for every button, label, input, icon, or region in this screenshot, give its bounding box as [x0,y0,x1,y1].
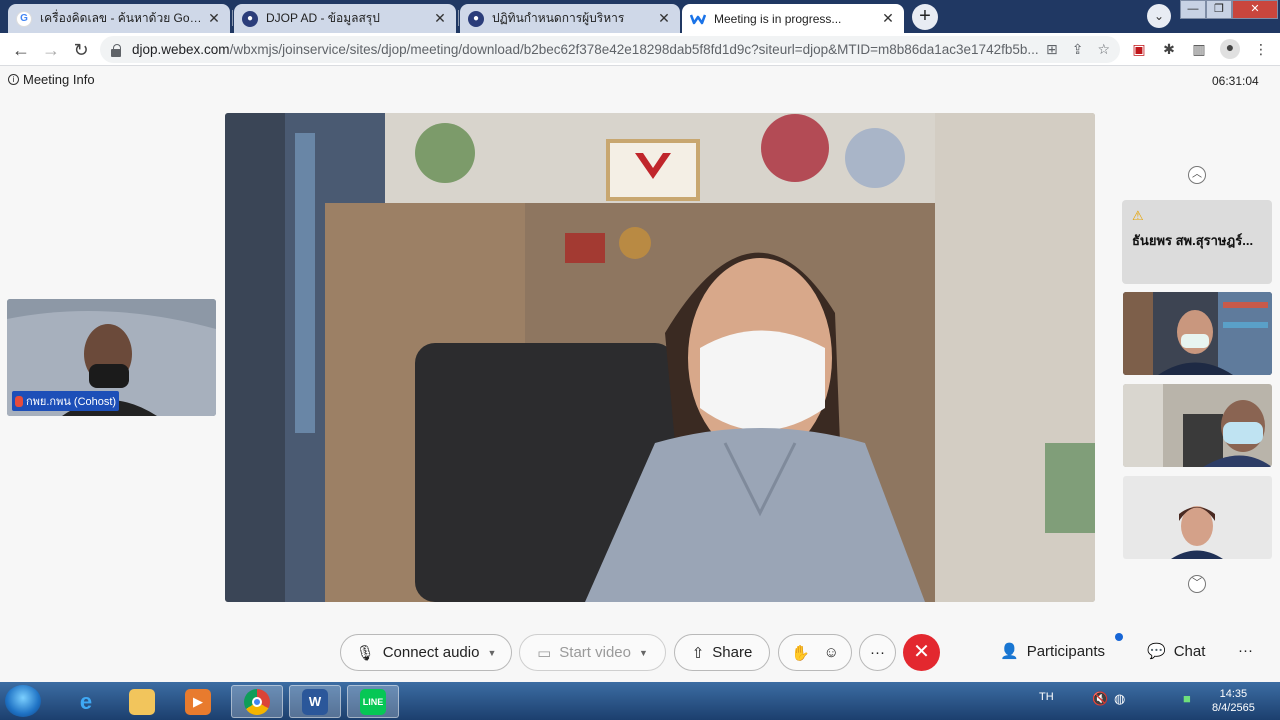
tab-webex-meeting[interactable]: Meeting is in progress... ✕ [682,4,904,33]
url-text[interactable]: djop.webex.com/wbxmjs/joinservice/sites/… [132,42,1046,57]
restore-icon[interactable]: ❐ [1206,0,1232,19]
chat-bubble-icon: 💬 [1147,643,1166,660]
line-app-icon[interactable]: LINE [347,685,399,718]
address-bar[interactable]: djop.webex.com/wbxmjs/joinservice/sites/… [100,36,1120,63]
tab-title: DJOP AD - ข้อมูลสรุป [266,11,380,25]
self-view-label: กพย.กพน (Cohost) [12,391,120,411]
internet-explorer-icon[interactable]: e [60,685,112,718]
taskbar-time: 14:35 [1219,688,1248,700]
media-player-icon[interactable]: ▶ [172,685,224,718]
extensions-puzzle-icon[interactable]: ✱ [1160,41,1178,59]
video-off-icon: ▭ [537,644,552,662]
pdf-extension-icon[interactable]: ▣ [1130,41,1148,59]
more-menu-label: ··· [1238,642,1253,659]
browser-toolbar: ← → ↻ djop.webex.com/wbxmjs/joinservice/… [0,33,1280,66]
djop-icon: ● [242,10,258,27]
chat-button[interactable]: 💬 Chat [1147,642,1206,661]
google-icon: G [16,10,32,27]
participant-name: ธันยพร สพ.สุราษฎร์... [1132,233,1254,248]
input-language-indicator[interactable]: TH [1039,691,1054,703]
windows-start-icon[interactable] [5,685,41,717]
reactions-group: ✋ ☺ [778,634,852,671]
file-explorer-icon[interactable] [116,685,168,718]
chevron-down-icon[interactable]: ▼ [639,648,648,658]
participant-card[interactable]: ⚠ ธันยพร สพ.สุราษฎร์... [1122,200,1272,284]
window-controls: — ❐ ✕ [1180,0,1278,20]
raise-hand-icon[interactable]: ✋ [791,644,810,662]
reactions-smiley-icon[interactable]: ☺ [824,644,839,661]
tab-title: Meeting is in progress... [714,11,842,26]
tab-divider [458,10,459,26]
scroll-up-chevron-icon[interactable]: ︿ [1188,166,1206,184]
taskbar-clock[interactable]: 14:35 8/4/2565 [1212,687,1255,715]
side-panel-icon[interactable]: ▥ [1190,41,1208,59]
meeting-clock: 06:31:04 [1212,74,1259,88]
tab-search-chevron-icon[interactable]: ⌄ [1147,4,1171,28]
leave-meeting-button[interactable]: ✕ [903,634,940,671]
info-icon: i [8,74,19,85]
chevron-down-icon[interactable]: ▼ [487,648,496,658]
more-options-button[interactable]: ··· [859,634,896,671]
bookmark-star-icon[interactable]: ☆ [1097,41,1110,58]
lock-icon [110,43,122,57]
window-close-icon[interactable]: ✕ [1232,0,1278,19]
more-options-label: ··· [870,644,885,661]
meeting-info-label: Meeting Info [23,72,95,87]
participant-video-frame [1123,384,1272,467]
participants-person-icon: 👤 [1000,643,1019,660]
taskbar-date: 8/4/2565 [1212,702,1255,714]
chrome-icon[interactable] [231,685,283,718]
tab-close-icon[interactable]: ✕ [432,10,448,27]
speaker-video-frame [225,113,1095,602]
forward-arrow-icon[interactable]: → [38,37,64,63]
new-tab-button[interactable]: + [912,4,938,30]
warning-icon: ⚠ [1132,208,1144,223]
tab-title: เครื่องคิดเลข - ค้นหาด้วย Google [40,11,206,25]
tab-title: ปฏิทินกำหนดการผู้บริหาร [492,11,625,25]
active-speaker-video[interactable] [225,113,1095,602]
tab-close-icon[interactable]: ✕ [206,10,222,27]
scroll-down-chevron-icon[interactable]: ﹀ [1188,575,1206,593]
tab-close-icon[interactable]: ✕ [656,10,672,27]
tab-close-icon[interactable]: ✕ [880,10,896,27]
more-menu-button[interactable]: ··· [1238,642,1253,659]
network-icon[interactable]: ◍ [1114,691,1125,707]
translate-icon[interactable]: ⊞ [1046,41,1058,58]
share-label: Share [712,644,753,661]
notification-dot [1115,633,1123,641]
start-video-button[interactable]: ▭ Start video ▼ [519,634,666,671]
tab-divider [232,10,233,26]
meeting-info-button[interactable]: i Meeting Info [8,72,95,87]
share-button[interactable]: ⇧ Share [674,634,770,671]
participant-video-thumbnail[interactable] [1123,476,1272,559]
audio-connect-icon: 🎙 [355,644,375,662]
share-screen-icon: ⇧ [691,644,705,662]
chat-label: Chat [1173,642,1206,660]
back-arrow-icon[interactable]: ← [8,37,34,63]
webex-icon [690,10,706,27]
djop-icon: ● [468,10,484,27]
minimize-icon[interactable]: — [1180,0,1206,19]
tab-djop-ad[interactable]: ● DJOP AD - ข้อมูลสรุป ✕ [234,4,456,33]
participant-video-thumbnail[interactable] [1123,384,1272,467]
browser-menu-icon[interactable]: ⋮ [1252,41,1270,59]
muted-mic-icon [15,395,23,407]
participant-video-thumbnail[interactable] [1123,292,1272,375]
connect-audio-label: Connect audio [382,644,480,661]
line-tray-icon[interactable]: ■ [1183,691,1191,706]
speaker-muted-icon[interactable]: 🔇 [1092,691,1108,707]
profile-avatar-icon[interactable]: ● [1220,39,1240,59]
self-view-video[interactable]: กพย.กพน (Cohost) [7,299,216,416]
participant-video-frame [1123,292,1272,375]
reload-icon[interactable]: ↻ [68,37,94,63]
tab-google-calculator[interactable]: G เครื่องคิดเลข - ค้นหาด้วย Google ✕ [8,4,230,33]
participants-label: Participants [1026,642,1106,660]
share-page-icon[interactable]: ⇪ [1072,41,1084,58]
participant-video-frame [1123,476,1272,559]
participants-button[interactable]: 👤 Participants [1000,642,1106,661]
start-video-label: Start video [559,644,631,661]
connect-audio-button[interactable]: 🎙 Connect audio ▼ [340,634,512,671]
tab-executive-calendar[interactable]: ● ปฏิทินกำหนดการผู้บริหาร ✕ [460,4,680,33]
word-icon[interactable]: W [289,685,341,718]
